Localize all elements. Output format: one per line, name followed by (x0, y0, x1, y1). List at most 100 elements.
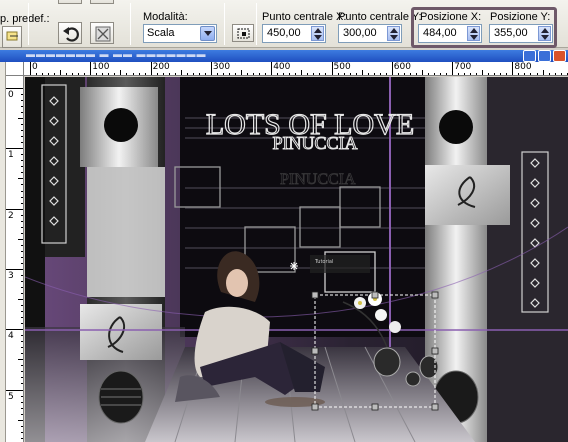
ruler-tick (560, 73, 562, 75)
image-canvas[interactable]: LOTS OF LOVE PINUCCIA PINUCCIA Tutorial (25, 77, 568, 442)
ruler-tick (21, 172, 23, 174)
center-x-field[interactable]: 450,00 (262, 24, 326, 43)
spin-down-icon (541, 35, 549, 40)
toolbar-top-button-1[interactable] (58, 0, 82, 4)
close-button[interactable] (553, 50, 566, 62)
minimize-button[interactable] (523, 50, 536, 62)
bounding-box-icon (237, 28, 250, 39)
ruler-tick (343, 73, 345, 75)
ruler-tick (6, 88, 23, 89)
deform-mode-button[interactable] (232, 24, 254, 42)
toolbar-top-button-2[interactable] (90, 0, 114, 4)
position-y-spinner[interactable] (538, 26, 551, 41)
ruler-tick (6, 389, 23, 391)
ruler-tick (18, 238, 23, 240)
ruler-tick (530, 73, 532, 75)
ruler-tick (216, 73, 218, 75)
ruler-tick (162, 73, 164, 75)
center-y-spinner[interactable] (387, 26, 400, 41)
spin-down-icon (470, 35, 478, 40)
position-y-field[interactable]: 355,00 (489, 24, 553, 43)
ruler-tick (132, 73, 134, 75)
ruler-tick (361, 70, 363, 75)
ruler-tick (21, 196, 23, 198)
star-ornament (290, 262, 298, 270)
ruler-tick (391, 62, 393, 75)
ruler-tick (36, 73, 38, 75)
apply-button[interactable] (90, 22, 114, 44)
chevron-down-icon[interactable] (200, 26, 215, 41)
vertical-ruler[interactable]: 0 1 2 3 4 5 (6, 76, 24, 442)
ruler-tick (464, 73, 466, 75)
center-y-field[interactable]: 300,00 (338, 24, 402, 43)
ruler-tick (138, 73, 140, 75)
ruler-tick (265, 73, 267, 75)
canvas-right-border (473, 77, 568, 442)
ruler-label: 800 (514, 62, 532, 72)
preset-button[interactable] (2, 26, 22, 48)
ruler-tick (192, 73, 194, 75)
image-window-titlebar[interactable]: ▬▬▬▬▬▬▬ ▬ ▬▬ ▬▬▬▬▬▬▬ (0, 49, 568, 62)
ruler-tick (48, 73, 50, 75)
maximize-button[interactable] (538, 50, 551, 62)
ruler-tick (373, 73, 375, 75)
canvas-title-line2: PINUCCIA (272, 133, 357, 153)
ruler-tick (150, 62, 152, 75)
ruler-tick (228, 73, 230, 75)
ruler-tick (21, 154, 23, 156)
center-x-spinner[interactable] (311, 26, 324, 41)
ruler-tick (379, 73, 381, 75)
ruler-tick (524, 73, 526, 75)
ruler-tick (512, 62, 514, 75)
reset-button[interactable] (58, 22, 82, 44)
toolbar-separator (256, 3, 257, 45)
ruler-tick (289, 73, 291, 75)
ruler-tick (21, 286, 23, 288)
ruler-tick (21, 437, 23, 439)
ruler-tick (18, 419, 23, 421)
ruler-tick (21, 214, 23, 216)
ruler-tick (222, 73, 224, 75)
ruler-tick (241, 70, 243, 75)
ruler-label: 400 (273, 62, 291, 72)
ruler-tick (18, 359, 23, 361)
position-x-field[interactable]: 484,00 (418, 24, 482, 43)
center-y-value: 300,00 (343, 27, 377, 39)
ruler-tick (307, 73, 309, 75)
ruler-tick (21, 335, 23, 337)
ruler-label: 1 (8, 150, 14, 161)
ruler-tick (421, 70, 423, 75)
ruler-tick (21, 347, 23, 349)
ruler-tick (470, 73, 472, 75)
ruler-tick (367, 73, 369, 75)
ruler-tick (21, 100, 23, 102)
ruler-tick (21, 94, 23, 96)
ruler-tick (6, 148, 23, 150)
horizontal-ruler[interactable]: 0 100 200 300 400 500 600 700 800 (24, 62, 568, 76)
ruler-tick (114, 73, 116, 75)
ruler-tick (30, 62, 31, 75)
ruler-tick (548, 73, 550, 75)
ruler-tick (403, 73, 405, 75)
mode-select-value: Scala (147, 27, 175, 39)
ruler-tick (21, 401, 23, 403)
ruler-tick (21, 184, 23, 186)
toolbar-separator (130, 3, 131, 45)
ruler-tick (482, 70, 484, 75)
ruler-tick (415, 73, 417, 75)
ruler-tick (54, 73, 56, 75)
ruler-tick (21, 413, 23, 415)
ruler-tick (21, 341, 23, 343)
ruler-tick (78, 73, 80, 75)
ruler-tick (96, 73, 98, 75)
ruler-label: 500 (333, 62, 351, 72)
ruler-tick (66, 73, 68, 75)
ruler-tick (313, 73, 315, 75)
position-x-spinner[interactable] (467, 26, 480, 41)
ruler-tick (21, 293, 23, 295)
ruler-tick (542, 70, 544, 75)
mode-select[interactable]: Scala (143, 24, 217, 43)
ruler-tick (21, 371, 23, 373)
toolbar-separator (28, 3, 29, 45)
ruler-tick (506, 73, 508, 75)
